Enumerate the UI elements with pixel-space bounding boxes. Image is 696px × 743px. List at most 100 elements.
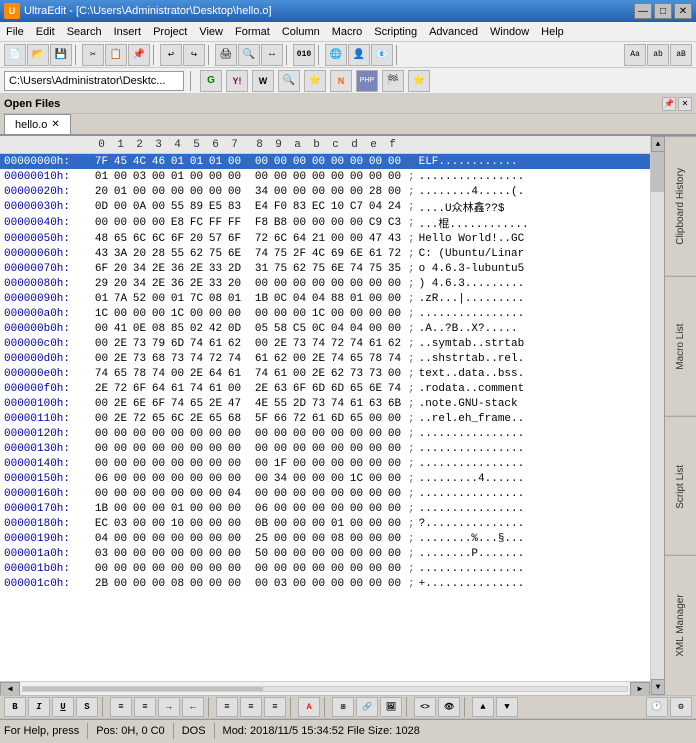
hex-byte[interactable]: 01 — [92, 171, 111, 183]
hex-byte[interactable]: 00 — [92, 217, 111, 229]
hex-byte[interactable]: 65 — [347, 383, 366, 395]
hex-byte[interactable]: 00 — [347, 443, 366, 455]
hex-byte[interactable]: 00 — [225, 548, 244, 560]
link-btn[interactable]: 🔗 — [356, 697, 378, 717]
hex-byte[interactable]: 20 — [92, 186, 111, 198]
hex-byte[interactable]: 1C — [92, 308, 111, 320]
hex-byte[interactable]: 00 — [206, 563, 225, 575]
hex-byte[interactable]: 00 — [385, 413, 404, 425]
scroll-track[interactable] — [22, 686, 628, 692]
hex-byte[interactable]: 00 — [385, 171, 404, 183]
hex-byte[interactable]: 00 — [347, 171, 366, 183]
hex-byte[interactable]: 47 — [366, 233, 385, 245]
hex-byte[interactable]: 00 — [290, 428, 309, 440]
hex-byte[interactable]: 0E — [130, 323, 149, 335]
hex-byte[interactable]: 61 — [168, 383, 187, 395]
hex-byte[interactable]: 00 — [328, 548, 347, 560]
hex-byte[interactable]: 00 — [168, 533, 187, 545]
scroll-thumb-v[interactable] — [651, 152, 664, 192]
hex-byte[interactable]: 20 — [130, 248, 149, 260]
hex-byte[interactable]: 64 — [149, 383, 168, 395]
hex-byte[interactable]: 00 — [252, 458, 271, 470]
hex-byte[interactable]: 00 — [347, 217, 366, 229]
hex-byte[interactable]: 00 — [271, 533, 290, 545]
hex-byte[interactable]: 61 — [252, 353, 271, 365]
hex-byte[interactable]: 00 — [92, 398, 111, 410]
hex-byte[interactable]: 00 — [187, 533, 206, 545]
hex-byte[interactable]: 2E — [149, 278, 168, 290]
hex-byte[interactable]: 00 — [385, 518, 404, 530]
hex-byte[interactable]: 85 — [168, 323, 187, 335]
hex-byte[interactable]: 2E — [111, 338, 130, 350]
hex-byte[interactable]: 00 — [290, 171, 309, 183]
align-left[interactable]: ≡ — [216, 697, 238, 717]
hex-byte[interactable]: 00 — [206, 488, 225, 500]
hex-byte[interactable]: 00 — [149, 458, 168, 470]
hex-byte[interactable]: 00 — [328, 186, 347, 198]
hex-byte[interactable]: 00 — [290, 548, 309, 560]
hex-byte[interactable]: 20 — [225, 278, 244, 290]
hex-byte[interactable]: 00 — [149, 533, 168, 545]
menu-help[interactable]: Help — [535, 22, 570, 41]
hex-byte[interactable]: 0D — [92, 201, 111, 213]
hex-byte[interactable]: 01 — [168, 293, 187, 305]
hex-byte[interactable]: 00 — [290, 353, 309, 365]
horizontal-scrollbar[interactable]: ◀ ▶ — [0, 681, 650, 695]
hex-byte[interactable]: 00 — [111, 308, 130, 320]
menu-file[interactable]: File — [0, 22, 30, 41]
ul-button[interactable]: ≡ — [110, 697, 132, 717]
hex-byte[interactable]: 68 — [225, 413, 244, 425]
hex-byte[interactable]: 00 — [347, 233, 366, 245]
hex-byte[interactable]: B8 — [271, 217, 290, 229]
hex-byte[interactable]: 42 — [206, 323, 225, 335]
print-button[interactable]: 🖨 — [215, 44, 237, 66]
hex-byte[interactable]: 1C — [347, 473, 366, 485]
hex-byte[interactable]: 00 — [385, 186, 404, 198]
hex-byte[interactable]: 61 — [206, 338, 225, 350]
hex-byte[interactable]: 00 — [252, 308, 271, 320]
hex-byte[interactable]: 79 — [149, 338, 168, 350]
hex-byte[interactable]: 73 — [130, 338, 149, 350]
hex-byte[interactable]: 55 — [168, 248, 187, 260]
hex-byte[interactable]: 00 — [252, 563, 271, 575]
hex-byte[interactable]: 6E — [366, 383, 385, 395]
hex-byte[interactable]: 36 — [168, 263, 187, 275]
hex-byte[interactable]: 00 — [271, 503, 290, 515]
hex-byte[interactable]: 62 — [225, 338, 244, 350]
hex-byte[interactable]: 0C — [271, 293, 290, 305]
hex-byte[interactable]: FC — [187, 217, 206, 229]
hex-byte[interactable]: 00 — [290, 578, 309, 590]
align-center[interactable]: ≡ — [240, 697, 262, 717]
hex-byte[interactable]: 62 — [187, 248, 206, 260]
hex-row[interactable]: 00000000h:7F454C460101010000000000000000… — [0, 154, 650, 169]
hex-row[interactable]: 00000120h:000000000000000000000000000000… — [0, 426, 650, 441]
hex-byte[interactable]: 73 — [366, 368, 385, 380]
hex-byte[interactable]: EC — [309, 201, 328, 213]
copy-button[interactable]: 📋 — [105, 44, 127, 66]
hex-byte[interactable]: 63 — [366, 398, 385, 410]
hex-byte[interactable]: 00 — [111, 503, 130, 515]
hex-byte[interactable]: 00 — [225, 308, 244, 320]
hex-byte[interactable]: 78 — [130, 368, 149, 380]
hex-row[interactable]: 00000190h:040000000000000025000000080000… — [0, 531, 650, 546]
hex-row[interactable]: 00000100h:002E6E6F74652E474E552D73746163… — [0, 396, 650, 411]
hex-byte[interactable]: 01 — [168, 156, 187, 168]
hex-byte[interactable]: 00 — [347, 488, 366, 500]
hex-byte[interactable]: 00 — [111, 217, 130, 229]
hex-byte[interactable]: 00 — [385, 473, 404, 485]
hex-byte[interactable]: 00 — [347, 518, 366, 530]
hex-byte[interactable]: 33 — [206, 278, 225, 290]
find-button[interactable]: 🔍 — [238, 44, 260, 66]
source-btn[interactable]: <> — [414, 697, 436, 717]
hex-row[interactable]: 00000090h:017A5200017C08011B0C0404880100… — [0, 291, 650, 306]
hex-byte[interactable]: 00 — [309, 458, 328, 470]
hex-byte[interactable]: 00 — [347, 563, 366, 575]
hex-byte[interactable]: 01 — [168, 503, 187, 515]
hex-byte[interactable]: 1C — [168, 308, 187, 320]
hex-byte[interactable]: 00 — [149, 217, 168, 229]
hex-byte[interactable]: 00 — [328, 156, 347, 168]
hex-byte[interactable]: 00 — [290, 278, 309, 290]
hex-byte[interactable]: 00 — [130, 458, 149, 470]
hex-byte[interactable]: 2B — [92, 578, 111, 590]
hex-byte[interactable]: 74 — [149, 368, 168, 380]
